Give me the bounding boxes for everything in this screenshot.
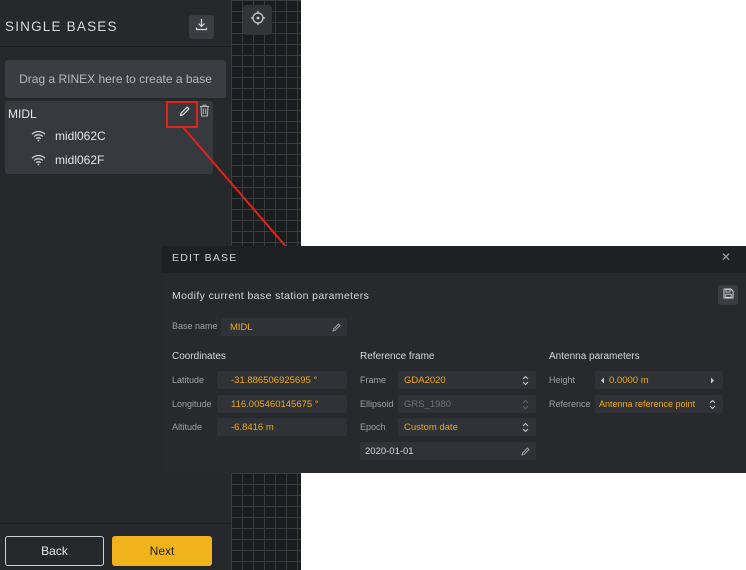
antenna-reference-select[interactable]: Antenna reference point	[595, 395, 723, 413]
epoch-select[interactable]: Custom date	[398, 418, 536, 436]
latitude-input[interactable]: -31.886506925695 °	[217, 371, 347, 389]
altitude-value: -6.8416 m	[231, 421, 274, 433]
altitude-input[interactable]: -6.8416 m	[217, 418, 347, 436]
height-value: 0.0000 m	[609, 374, 649, 386]
download-icon	[195, 18, 208, 36]
save-button[interactable]	[718, 285, 738, 305]
longitude-value: 116.005460145675 °	[231, 398, 319, 410]
base-name-label: Base name	[172, 321, 218, 331]
sidebar-divider	[0, 46, 231, 47]
edit-highlight-annotation	[166, 101, 198, 128]
epoch-date-input[interactable]: 2020-01-01	[360, 442, 536, 460]
ellipsoid-value: GRS_1980	[404, 398, 452, 410]
latitude-label: Latitude	[172, 375, 205, 385]
base-name: MIDL	[8, 107, 37, 121]
latitude-value: -31.886506925695 °	[231, 374, 318, 386]
pencil-icon[interactable]	[331, 321, 341, 333]
updown-icon	[520, 398, 530, 410]
wifi-icon	[31, 129, 47, 143]
locate-button[interactable]	[243, 5, 272, 35]
base-name-input[interactable]: MIDL	[221, 318, 347, 336]
epoch-value: Custom date	[404, 421, 458, 433]
rover-item[interactable]: midl062F	[31, 152, 104, 168]
frame-value: GDA2020	[404, 374, 446, 386]
dialog-header: EDIT BASE ✕	[162, 246, 746, 273]
altitude-label: Altitude	[172, 422, 203, 432]
edit-base-dialog: EDIT BASE ✕ Modify current base station …	[162, 246, 746, 473]
coordinates-header: Coordinates	[172, 351, 226, 362]
frame-label: Frame	[360, 375, 387, 385]
frame-select[interactable]: GDA2020	[398, 371, 536, 389]
caret-left-icon[interactable]	[599, 376, 605, 384]
crosshair-icon	[250, 10, 266, 31]
rinex-dropzone[interactable]: Drag a RINEX here to create a base	[5, 60, 226, 98]
height-label: Height	[549, 375, 576, 385]
sidebar-title: SINGLE BASES	[5, 19, 118, 34]
caret-right-icon[interactable]	[707, 374, 717, 386]
rover-item[interactable]: midl062C	[31, 128, 106, 144]
wifi-icon	[31, 153, 47, 167]
sidebar-footer-divider	[0, 523, 231, 524]
save-icon	[723, 286, 734, 304]
antenna-reference-value: Antenna reference point	[599, 399, 696, 409]
trash-icon	[199, 104, 210, 122]
download-button[interactable]	[189, 15, 214, 39]
epoch-label: Epoch	[360, 422, 386, 432]
dialog-subtitle: Modify current base station parameters	[172, 290, 370, 302]
longitude-input[interactable]: 116.005460145675 °	[217, 395, 347, 413]
delete-base-button[interactable]	[197, 104, 211, 122]
ellipsoid-select: GRS_1980	[398, 395, 536, 413]
updown-icon	[520, 421, 530, 433]
updown-icon	[707, 398, 717, 410]
epoch-date-value: 2020-01-01	[365, 445, 414, 457]
reference-label: Reference	[549, 399, 591, 409]
updown-icon	[520, 374, 530, 386]
pencil-icon[interactable]	[520, 445, 530, 457]
antenna-parameters-header: Antenna parameters	[549, 351, 640, 362]
height-stepper[interactable]: 0.0000 m	[595, 371, 723, 389]
ellipsoid-label: Ellipsoid	[360, 399, 394, 409]
base-name-value: MIDL	[230, 321, 253, 333]
rover-label: midl062C	[55, 129, 106, 143]
reference-frame-header: Reference frame	[360, 351, 435, 362]
longitude-label: Longitude	[172, 399, 212, 409]
close-icon[interactable]: ✕	[720, 251, 732, 263]
back-button[interactable]: Back	[5, 536, 104, 566]
dialog-title: EDIT BASE	[172, 252, 238, 264]
next-button[interactable]: Next	[112, 536, 212, 566]
rover-label: midl062F	[55, 153, 105, 167]
